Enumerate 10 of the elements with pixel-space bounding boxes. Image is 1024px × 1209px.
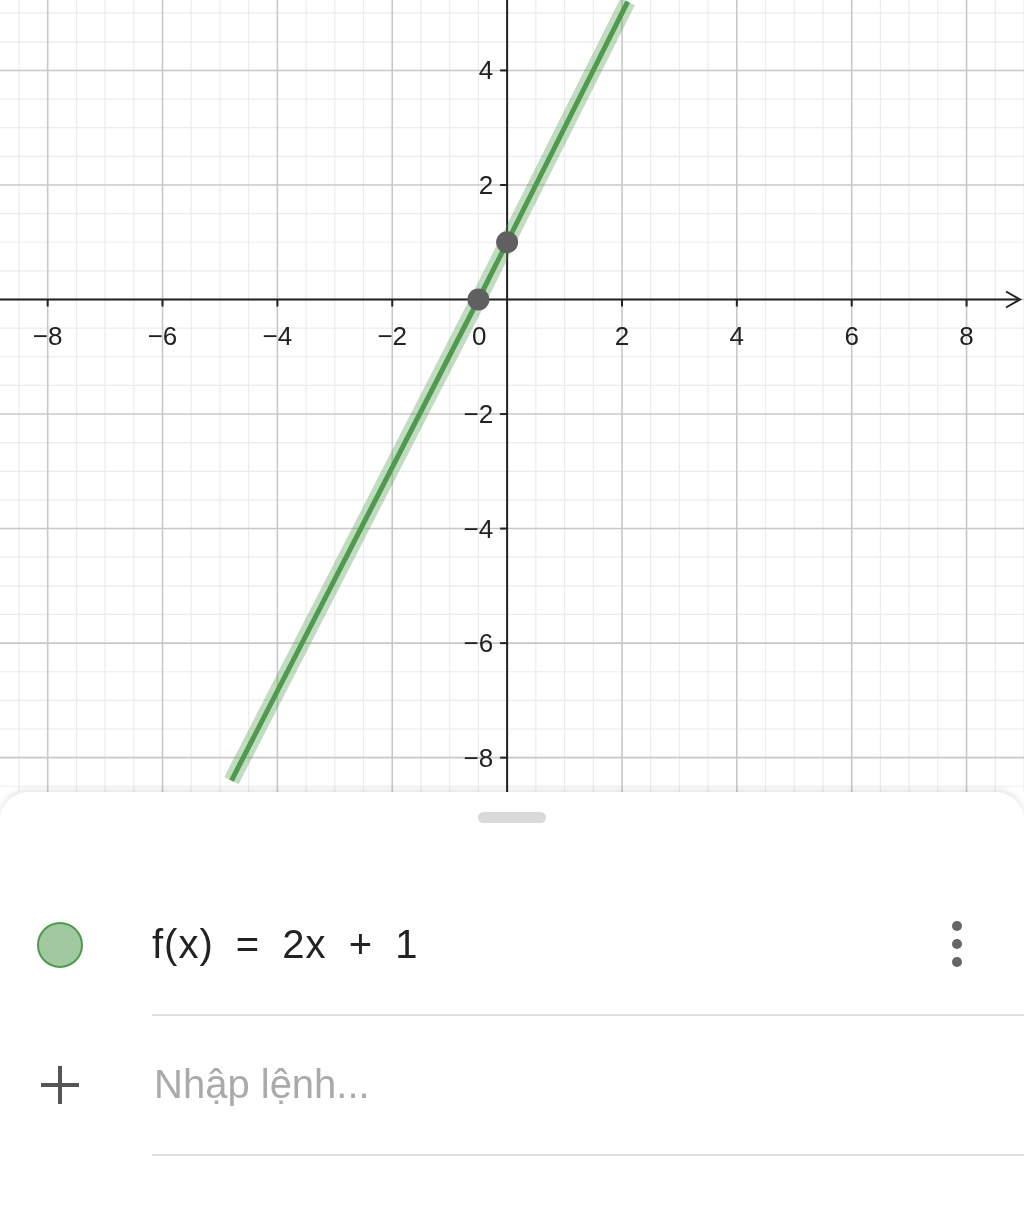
drag-handle[interactable]: [478, 812, 546, 823]
x-tick-label: 8: [959, 320, 974, 351]
plus-icon[interactable]: [39, 1064, 81, 1106]
x-tick-label: 4: [729, 320, 745, 351]
expression-text[interactable]: f(x) = 2x + 1: [152, 921, 942, 967]
x-tick-label: −6: [147, 320, 178, 351]
visibility-toggle[interactable]: [37, 922, 83, 968]
input-field[interactable]: Nhập lệnh...: [152, 1053, 1024, 1115]
x-tick-label: 6: [844, 320, 859, 351]
x-tick-label: −8: [32, 320, 63, 351]
